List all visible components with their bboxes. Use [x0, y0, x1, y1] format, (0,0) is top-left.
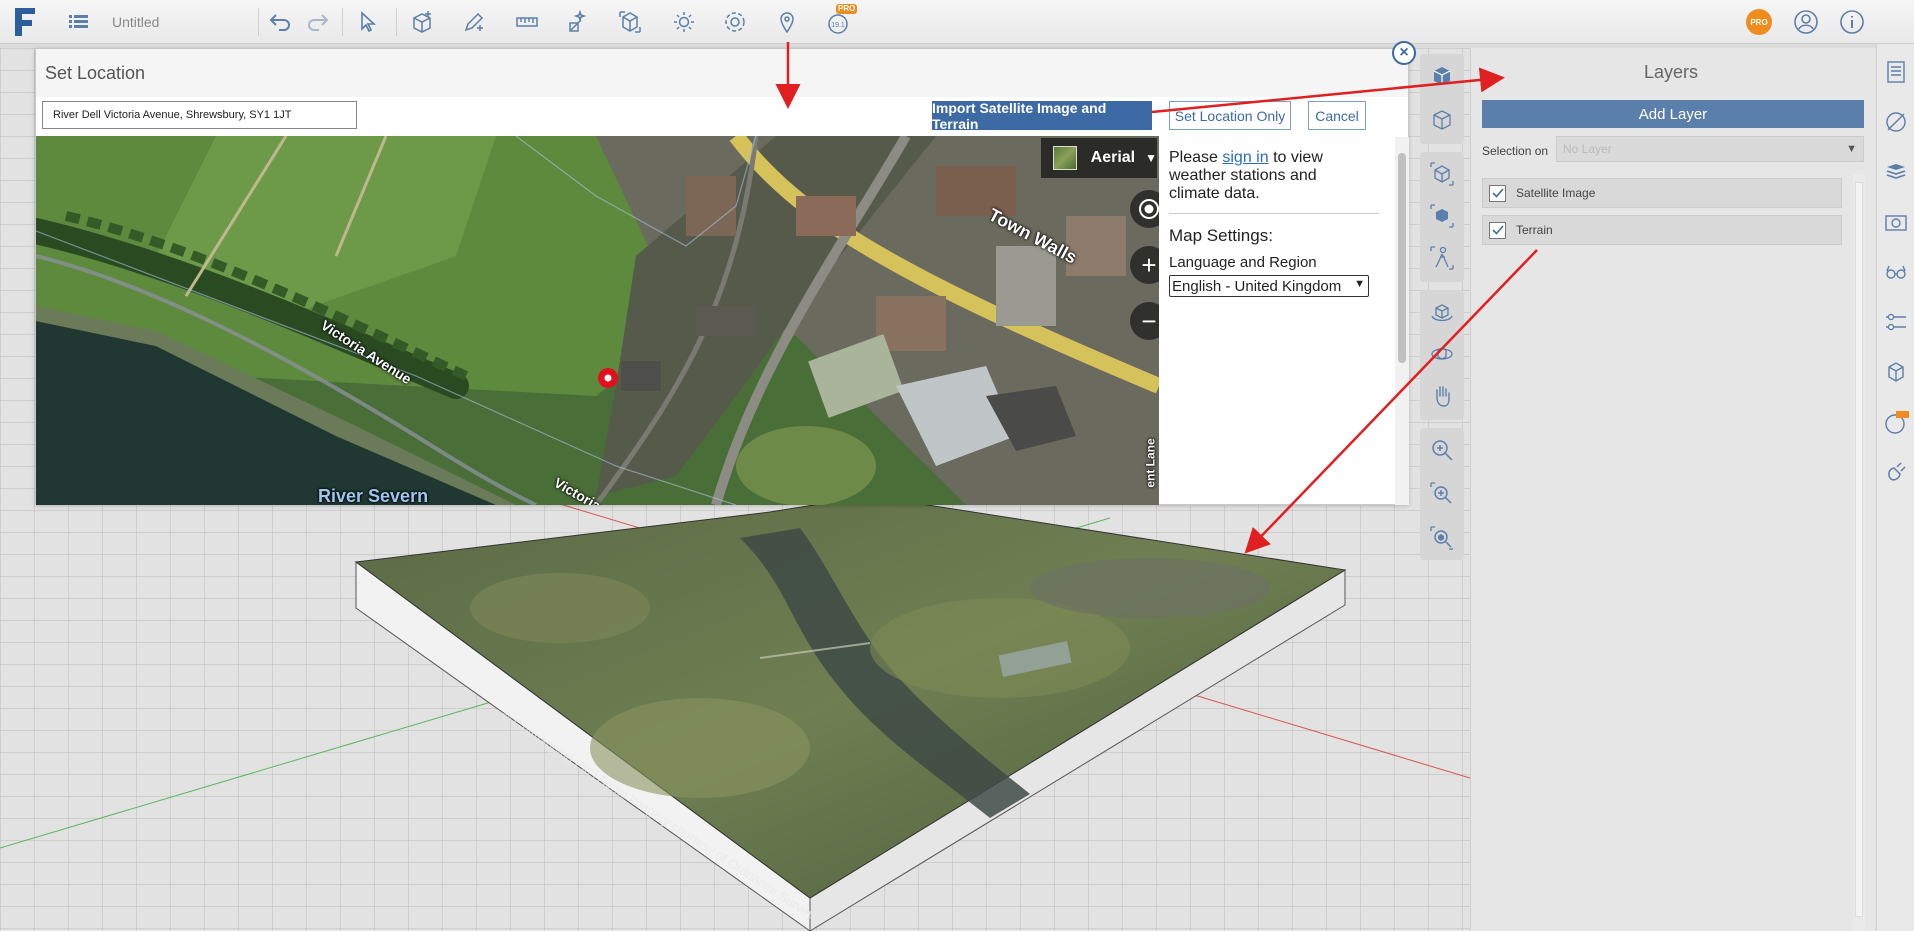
- document-title[interactable]: Untitled: [112, 14, 159, 30]
- info-divider: [1169, 213, 1379, 214]
- layer-name: Terrain: [1516, 223, 1553, 237]
- layer-checkbox[interactable]: [1489, 221, 1506, 239]
- view-group-4: [1420, 428, 1464, 560]
- layers-scrollbar[interactable]: [1853, 174, 1865, 931]
- components-icon[interactable]: [1882, 358, 1910, 386]
- checkmark-icon: [1491, 225, 1504, 235]
- walk-view-icon[interactable]: [1426, 242, 1458, 274]
- info-line-3: climate data.: [1169, 185, 1260, 202]
- dialog-title: Set Location: [45, 63, 146, 83]
- pan-hand-icon[interactable]: [1426, 380, 1458, 412]
- pro-badge: PRO: [836, 4, 858, 14]
- fit-view-icon[interactable]: [1426, 200, 1458, 232]
- box-icon[interactable]: [406, 6, 438, 38]
- selection-on-label: Selection on: [1482, 144, 1549, 158]
- layer-name: Satellite Image: [1516, 186, 1596, 200]
- dialog-header: Set Location: [36, 49, 1408, 97]
- info-please-text: Please: [1169, 149, 1218, 166]
- rotate-icon[interactable]: [1426, 338, 1458, 370]
- location-map[interactable]: Victoria Avenue Victoria Town Walls Rive…: [36, 136, 1159, 505]
- right-sidebar: [1876, 44, 1914, 931]
- settings-icon[interactable]: [719, 6, 751, 38]
- app-logo-icon[interactable]: [12, 6, 38, 38]
- weather-info-panel: Please sign in to view weather stations …: [1169, 149, 1379, 297]
- view-group-1: [1420, 54, 1464, 144]
- dialog-close-button[interactable]: ×: [1392, 41, 1416, 65]
- properties-icon[interactable]: [1882, 58, 1910, 86]
- chevron-down-icon: ▼: [1354, 278, 1365, 290]
- view-toolbar: [1418, 52, 1466, 562]
- sections-icon[interactable]: [1882, 308, 1910, 336]
- parallel-view-icon[interactable]: [1426, 104, 1458, 136]
- dialog-scrollbar[interactable]: [1395, 137, 1409, 505]
- address-search-input[interactable]: [42, 101, 357, 129]
- aerial-thumbnail-icon: [1053, 146, 1077, 170]
- section-icon[interactable]: [614, 6, 646, 38]
- orbit-icon[interactable]: [1426, 296, 1458, 328]
- set-location-only-button[interactable]: Set Location Only: [1169, 101, 1291, 130]
- cancel-button[interactable]: Cancel: [1308, 101, 1366, 130]
- layers-title: Layers: [1643, 62, 1699, 82]
- zoom-window-icon[interactable]: [1426, 478, 1458, 510]
- undo-icon[interactable]: [264, 6, 296, 38]
- selection-layer-value: No Layer: [1563, 142, 1612, 156]
- layers-panel: Layers Add Layer Selection on No Layer ▼…: [1470, 48, 1876, 931]
- info-line-2: weather stations and: [1169, 167, 1317, 184]
- map-label-river-severn: River Severn: [318, 486, 429, 505]
- pro-feature-icon[interactable]: [1882, 408, 1910, 436]
- glasses-icon[interactable]: [1882, 258, 1910, 286]
- layer-row[interactable]: Terrain: [1482, 215, 1842, 245]
- zoom-icon[interactable]: [1426, 434, 1458, 466]
- locate-target-icon: [1139, 199, 1159, 219]
- map-label-lane: ent Lane: [1143, 438, 1158, 488]
- map-settings-heading: Map Settings:: [1169, 226, 1273, 245]
- menu-icon[interactable]: [62, 6, 94, 38]
- redo-icon[interactable]: [302, 6, 334, 38]
- layer-checkbox[interactable]: [1489, 184, 1506, 202]
- selection-layer-select[interactable]: No Layer ▼: [1556, 136, 1864, 162]
- chevron-down-icon: ▼: [1846, 143, 1857, 155]
- chevron-down-icon: ▼: [1145, 151, 1157, 165]
- measure-icon[interactable]: [511, 6, 543, 38]
- location-pin-icon[interactable]: [771, 6, 803, 38]
- aerial-map-image: [36, 136, 1159, 505]
- plugin-icon[interactable]: [1882, 458, 1910, 486]
- magic-icon[interactable]: [563, 6, 595, 38]
- language-region-value: English - United Kingdom: [1172, 277, 1342, 295]
- select-icon[interactable]: [352, 6, 384, 38]
- add-layer-button[interactable]: Add Layer: [1482, 100, 1864, 128]
- set-location-dialog: Set Location × Import Satellite Image an…: [35, 41, 1416, 505]
- sun-icon[interactable]: [668, 6, 700, 38]
- materials-icon[interactable]: [1882, 108, 1910, 136]
- pro-account-button[interactable]: PRO: [1746, 9, 1772, 35]
- import-satellite-terrain-button[interactable]: Import Satellite Image and Terrain: [932, 100, 1152, 132]
- map-type-label: Aerial: [1090, 149, 1136, 166]
- top-toolbar: Untitled 19.1 PRO PRO: [0, 0, 1914, 44]
- pencil-icon[interactable]: [458, 6, 490, 38]
- user-account-icon[interactable]: [1790, 6, 1822, 38]
- scenes-camera-icon[interactable]: [1882, 208, 1910, 236]
- map-type-selector[interactable]: Aerial ▼: [1041, 138, 1157, 178]
- info-to-view-text: to view: [1273, 149, 1323, 166]
- top-view-icon[interactable]: [1426, 158, 1458, 190]
- view-group-3: [1420, 290, 1464, 420]
- sign-in-link[interactable]: sign in: [1222, 149, 1268, 166]
- perspective-view-icon[interactable]: [1426, 60, 1458, 92]
- version-badge-text: 19.1: [831, 22, 845, 29]
- checkmark-icon: [1491, 188, 1504, 198]
- view-group-2: [1420, 152, 1464, 282]
- layer-row[interactable]: Satellite Image: [1482, 178, 1842, 208]
- zoom-extents-icon[interactable]: [1426, 522, 1458, 554]
- info-icon[interactable]: [1836, 6, 1868, 38]
- layers-icon[interactable]: [1882, 158, 1910, 186]
- language-region-label: Language and Region: [1169, 254, 1317, 271]
- language-region-select[interactable]: English - United Kingdom ▼: [1169, 275, 1369, 297]
